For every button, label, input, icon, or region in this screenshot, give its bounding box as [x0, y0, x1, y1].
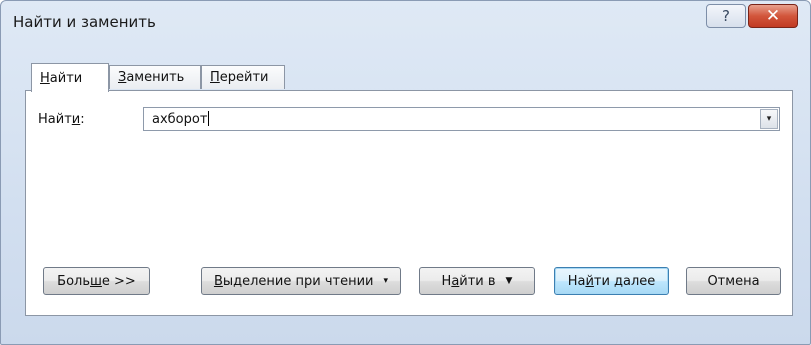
- tab-find-accel: Н: [40, 70, 50, 86]
- find-tab-panel: Найти: ахборот ▾ Боль ш е >> Выделение при…: [25, 90, 793, 316]
- reading-highlight-label: ыделение при чтении: [222, 273, 374, 289]
- find-input[interactable]: ахборот: [152, 111, 210, 127]
- chevron-down-icon: ▾: [766, 114, 772, 124]
- find-in-button[interactable]: На йти в ▼: [419, 267, 535, 295]
- tab-goto[interactable]: Перейти: [201, 65, 285, 89]
- more-button[interactable]: Боль ш е >>: [43, 267, 150, 295]
- tab-find[interactable]: Найти: [31, 63, 109, 92]
- more-label-rest: е >>: [101, 273, 136, 289]
- tab-replace[interactable]: Заменить: [109, 65, 201, 89]
- title-bar[interactable]: Найти и заменить ? ✕: [1, 1, 810, 39]
- find-combobox[interactable]: ахборот ▾: [143, 107, 780, 131]
- reading-highlight-accel: В: [213, 273, 223, 289]
- find-next-accel: й: [585, 273, 594, 289]
- find-label-colon: :: [80, 112, 85, 127]
- tab-find-label: айти: [49, 70, 83, 86]
- find-next-label-rest: ти далее: [593, 273, 656, 289]
- find-next-button[interactable]: На й ти далее: [554, 267, 669, 295]
- find-next-label: На: [567, 273, 586, 289]
- tab-replace-accel: З: [118, 70, 127, 85]
- help-button[interactable]: ?: [706, 4, 746, 28]
- tab-goto-label: ерейти: [219, 70, 269, 85]
- find-history-dropdown[interactable]: ▾: [760, 109, 778, 129]
- cancel-button[interactable]: Отмена: [686, 267, 781, 295]
- close-button[interactable]: ✕: [748, 4, 798, 28]
- text-caret: [208, 111, 210, 126]
- tab-replace-label: аменить: [126, 70, 185, 85]
- more-label: Боль: [57, 273, 90, 289]
- find-label: Найти:: [38, 112, 85, 127]
- dropdown-arrow-icon: ▾: [383, 276, 389, 286]
- cancel-label: Отмена: [707, 273, 760, 289]
- find-label-text: Найт: [38, 112, 72, 127]
- find-input-value: ахборот: [152, 112, 208, 127]
- find-replace-dialog: Найти и заменить ? ✕ Найти Заменить Пере…: [0, 0, 811, 345]
- window-title: Найти и заменить: [13, 13, 156, 31]
- more-accel: ш: [90, 273, 102, 289]
- help-icon: ?: [722, 7, 730, 25]
- tab-goto-accel: П: [210, 70, 220, 85]
- find-in-label-rest: йти в: [459, 273, 496, 289]
- reading-highlight-button[interactable]: Выделение при чтении ▾: [201, 267, 401, 295]
- close-icon: ✕: [765, 6, 781, 26]
- find-in-label: Н: [441, 273, 452, 289]
- find-label-accel: и: [71, 112, 81, 127]
- find-in-accel: а: [451, 273, 460, 289]
- dropdown-arrow-icon: ▼: [505, 276, 513, 286]
